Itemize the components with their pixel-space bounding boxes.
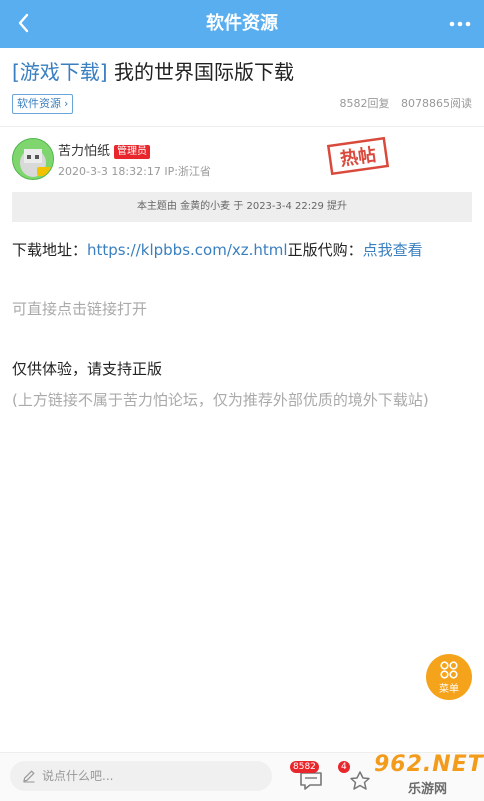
disclaimer-text: (上方链接不属于苦力怕论坛，仅为推荐外部优质的境外下载站)	[12, 391, 429, 409]
download-label: 下载地址：	[12, 241, 88, 259]
grid-icon	[440, 661, 458, 679]
watermark-brand: 962.NET	[374, 752, 484, 777]
post-ip: IP:浙江省	[164, 165, 211, 178]
avatar[interactable]	[12, 138, 54, 180]
post-category[interactable]: [游戏下载]	[12, 60, 108, 84]
download-link[interactable]: https://klpbbs.com/xz.html	[87, 241, 288, 259]
author-name-row: 苦力怕纸 管理员	[58, 140, 151, 159]
watermark-sub: 乐游网	[408, 782, 448, 797]
hot-post-stamp-icon: 热帖	[324, 134, 392, 178]
author-meta: 2020-3-3 18:32:17 IP:浙江省	[58, 163, 211, 179]
back-icon[interactable]	[8, 6, 42, 40]
post-title: [游戏下载] 我的世界国际版下载	[12, 58, 472, 86]
top-bar: 软件资源	[0, 0, 484, 48]
support-text: 仅供体验，请支持正版	[12, 360, 163, 378]
reply-count: 8582回复	[339, 97, 390, 110]
view-count: 8078865阅读	[401, 97, 472, 110]
favorite-count-badge: 4	[338, 761, 350, 773]
stamp-text: 热帖	[339, 144, 378, 171]
link-hint: 可直接点击链接打开	[12, 300, 148, 318]
menu-label: 菜单	[439, 684, 459, 695]
page-title: 软件资源	[206, 13, 278, 34]
menu-button[interactable]: 菜单	[426, 654, 472, 700]
forum-tag[interactable]: 软件资源 ›	[12, 94, 74, 114]
post-title-text: 我的世界国际版下载	[113, 60, 294, 84]
promotion-notice: 本主题由 金黄的小麦 于 2023-3-4 22:29 提升	[12, 192, 472, 222]
author-row: 苦力怕纸 管理员 2020-3-3 18:32:17 IP:浙江省 热帖	[12, 136, 472, 184]
post-datetime: 2020-3-3 18:32:17	[58, 165, 161, 178]
download-line: 下载地址：https://klpbbs.com/xz.html正版代购：点我查看	[12, 236, 474, 264]
comment-count-badge: 8582	[290, 761, 319, 773]
pencil-icon	[23, 770, 35, 783]
author-name[interactable]: 苦力怕纸	[58, 144, 110, 159]
post-content: 下载地址：https://klpbbs.com/xz.html正版代购：点我查看…	[12, 236, 474, 409]
buy-label: 正版代购：	[287, 241, 363, 259]
more-icon[interactable]	[444, 8, 476, 40]
forum-tag-label: 软件资源	[17, 97, 61, 110]
divider	[0, 126, 484, 127]
comment-placeholder: 说点什么吧...	[42, 769, 114, 783]
buy-link[interactable]: 点我查看	[363, 241, 423, 259]
comment-input[interactable]: 说点什么吧...	[10, 761, 272, 791]
admin-badge: 管理员	[114, 145, 151, 159]
post-stats: 8582回复 8078865阅读	[332, 95, 473, 111]
post-header: [游戏下载] 我的世界国际版下载 软件资源 › 8582回复 8078865阅读	[12, 58, 472, 114]
chevron-right-icon: ›	[64, 97, 69, 110]
site-watermark-logo: 962.NET 乐游网	[350, 750, 484, 800]
